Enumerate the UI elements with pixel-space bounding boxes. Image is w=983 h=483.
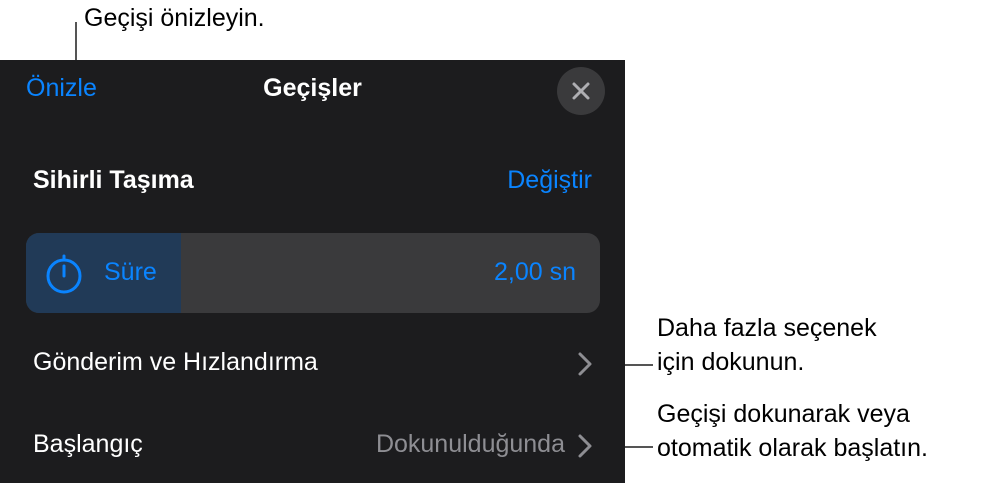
row-label: Gönderim ve Hızlandırma <box>33 348 318 376</box>
chevron-right-icon <box>578 434 592 458</box>
callout-start-line1: Geçişi dokunarak veya <box>657 400 910 428</box>
callout-preview: Geçişi önizleyin. <box>84 4 265 32</box>
row-label: Başlangıç <box>33 430 143 458</box>
change-effect-button[interactable]: Değiştir <box>507 166 592 195</box>
callout-more-options-line1: Daha fazla seçenek <box>657 314 877 342</box>
row-value: Dokunulduğunda <box>375 430 565 458</box>
close-icon <box>572 82 590 100</box>
transitions-panel: Önizle Geçişler Sihirli Taşıma Değiştir … <box>0 60 625 483</box>
chevron-right-icon <box>578 352 592 376</box>
duration-slider[interactable]: Süre 2,00 sn <box>26 233 600 313</box>
stopwatch-icon <box>46 254 82 294</box>
row-start[interactable]: Başlangıç Dokunulduğunda <box>0 416 625 476</box>
duration-value: 2,00 sn <box>493 258 576 286</box>
callout-start-line2: otomatik olarak başlatın. <box>657 434 928 462</box>
close-button[interactable] <box>557 67 605 115</box>
effect-name: Sihirli Taşıma <box>33 166 194 194</box>
row-delivery-acceleration[interactable]: Gönderim ve Hızlandırma <box>0 334 625 394</box>
duration-label: Süre <box>104 258 157 286</box>
callout-more-options-line2: için dokunun. <box>657 348 805 376</box>
preview-button[interactable]: Önizle <box>26 74 97 103</box>
